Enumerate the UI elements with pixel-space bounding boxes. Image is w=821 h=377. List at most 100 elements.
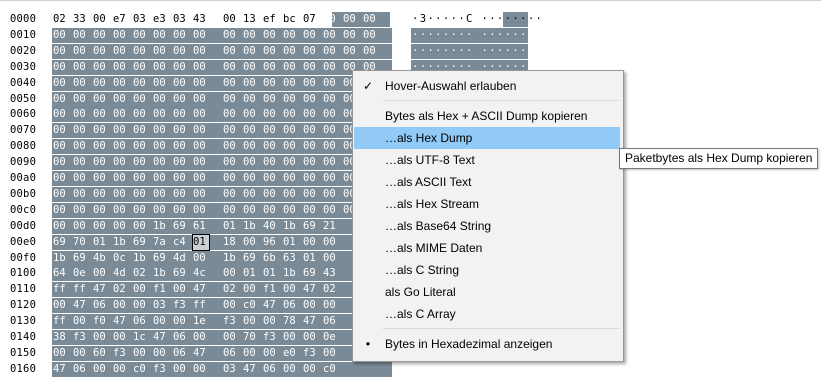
hex-byte[interactable]: 00: [93, 123, 109, 138]
hex-byte[interactable]: 00: [93, 187, 109, 202]
hex-byte[interactable]: 00: [223, 139, 239, 154]
hex-byte[interactable]: 00: [113, 219, 129, 234]
hex-byte[interactable]: 00: [323, 28, 339, 43]
hex-byte[interactable]: 00: [93, 266, 109, 281]
hex-byte[interactable]: 00: [133, 187, 149, 202]
hex-byte[interactable]: 47: [73, 298, 89, 313]
hex-byte[interactable]: 4b: [93, 251, 109, 266]
hex-byte[interactable]: 00: [153, 187, 169, 202]
hex-byte[interactable]: ff: [53, 282, 69, 297]
hex-byte[interactable]: 00: [53, 123, 69, 138]
hex-byte[interactable]: 00: [243, 314, 259, 329]
hex-byte[interactable]: 69: [173, 266, 189, 281]
hex-byte[interactable]: 01: [192, 233, 210, 251]
hex-byte[interactable]: 00: [133, 155, 149, 170]
menu-item-copy-hex-ascii[interactable]: Bytes als Hex + ASCII Dump kopieren: [354, 105, 620, 127]
hex-byte[interactable]: e0: [283, 346, 299, 361]
hex-byte[interactable]: f1: [153, 282, 169, 297]
hex-byte[interactable]: 00: [53, 187, 69, 202]
hex-byte[interactable]: 1b: [133, 251, 149, 266]
hex-byte[interactable]: 1b: [223, 251, 239, 266]
hex-byte[interactable]: e7: [113, 12, 129, 27]
hex-byte[interactable]: 00: [303, 330, 319, 345]
hex-byte[interactable]: 00: [223, 44, 239, 59]
hex-byte[interactable]: 00: [303, 44, 319, 59]
hex-byte[interactable]: 00: [243, 107, 259, 122]
hex-byte[interactable]: 7a: [153, 235, 169, 250]
hex-byte[interactable]: 00: [283, 28, 299, 43]
hex-byte[interactable]: c0: [133, 362, 149, 377]
menu-item-copy-as-utf8[interactable]: …als UTF-8 Text: [354, 149, 620, 171]
hex-byte[interactable]: 69: [303, 266, 319, 281]
hex-byte[interactable]: 00: [193, 60, 209, 75]
hex-byte[interactable]: 06: [173, 346, 189, 361]
hex-byte[interactable]: e3: [153, 12, 169, 27]
hex-byte[interactable]: 00: [173, 362, 189, 377]
menu-item-show-hex[interactable]: • Bytes in Hexadezimal anzeigen: [354, 333, 620, 355]
hex-byte[interactable]: 00: [113, 92, 129, 107]
hex-byte[interactable]: 47: [263, 298, 279, 313]
hex-byte[interactable]: 00: [223, 298, 239, 313]
hex-byte[interactable]: 00: [303, 235, 319, 250]
hex-byte[interactable]: 4c: [193, 266, 209, 281]
hex-byte[interactable]: 00: [243, 282, 259, 297]
hex-byte[interactable]: 00: [343, 28, 359, 43]
hex-byte[interactable]: 00: [133, 123, 149, 138]
hex-byte[interactable]: 69: [53, 235, 69, 250]
hex-byte[interactable]: 1b: [53, 251, 69, 266]
hex-byte[interactable]: 63: [283, 251, 299, 266]
hex-byte[interactable]: 00: [223, 76, 239, 91]
hex-byte[interactable]: 00: [153, 203, 169, 218]
hex-byte[interactable]: 38: [53, 330, 69, 345]
hex-byte[interactable]: 00: [113, 155, 129, 170]
hex-row[interactable]: 0160 47 06 00 00 c0 f3 00 00 03 47 06 00 00 c0: [0, 361, 821, 377]
hex-byte[interactable]: 00: [133, 60, 149, 75]
hex-byte[interactable]: 00: [283, 171, 299, 186]
hex-byte[interactable]: 00: [283, 107, 299, 122]
hex-byte[interactable]: 00: [323, 346, 339, 361]
hex-byte[interactable]: 00: [53, 92, 69, 107]
hex-byte[interactable]: 00: [223, 60, 239, 75]
hex-byte[interactable]: 43: [323, 266, 339, 281]
hex-byte[interactable]: f3: [263, 330, 279, 345]
hex-byte[interactable]: 00: [153, 314, 169, 329]
hex-byte[interactable]: 0e: [73, 266, 89, 281]
hex-byte[interactable]: 1e: [193, 314, 209, 329]
hex-byte[interactable]: 00: [53, 203, 69, 218]
hex-byte[interactable]: 00: [73, 155, 89, 170]
hex-byte[interactable]: 06: [173, 330, 189, 345]
hex-byte[interactable]: 00: [73, 139, 89, 154]
hex-byte[interactable]: 00: [263, 155, 279, 170]
hex-byte[interactable]: 00: [363, 28, 379, 43]
hex-byte[interactable]: 1b: [283, 266, 299, 281]
hex-byte[interactable]: 00: [303, 362, 319, 377]
hex-byte[interactable]: 00: [323, 123, 339, 138]
hex-byte[interactable]: 00: [243, 123, 259, 138]
hex-byte[interactable]: 00: [133, 203, 149, 218]
menu-item-copy-as-hex-stream[interactable]: …als Hex Stream: [354, 193, 620, 215]
hex-byte[interactable]: 03: [153, 298, 169, 313]
hex-byte[interactable]: 00: [323, 235, 339, 250]
hex-byte[interactable]: 1b: [113, 235, 129, 250]
hex-byte[interactable]: 06: [263, 362, 279, 377]
hex-byte[interactable]: 40: [263, 219, 279, 234]
hex-byte[interactable]: 00: [223, 187, 239, 202]
hex-byte[interactable]: 00: [133, 92, 149, 107]
hex-byte[interactable]: 00: [113, 76, 129, 91]
hex-byte[interactable]: 00: [193, 92, 209, 107]
hex-byte[interactable]: 00: [303, 187, 319, 202]
hex-byte[interactable]: 00: [283, 76, 299, 91]
hex-byte[interactable]: 00: [263, 28, 279, 43]
hex-byte[interactable]: 00: [73, 92, 89, 107]
hex-byte[interactable]: 00: [93, 44, 109, 59]
hex-byte[interactable]: 69: [133, 235, 149, 250]
hex-byte[interactable]: 0e: [323, 330, 339, 345]
hex-byte[interactable]: 00: [263, 171, 279, 186]
hex-byte[interactable]: 00: [53, 155, 69, 170]
hex-byte[interactable]: 00: [73, 203, 89, 218]
hex-byte[interactable]: c4: [173, 235, 189, 250]
hex-byte[interactable]: 00: [53, 219, 69, 234]
hex-byte[interactable]: 00: [73, 123, 89, 138]
hex-byte[interactable]: 00: [323, 298, 339, 313]
hex-byte[interactable]: 60: [93, 346, 109, 361]
